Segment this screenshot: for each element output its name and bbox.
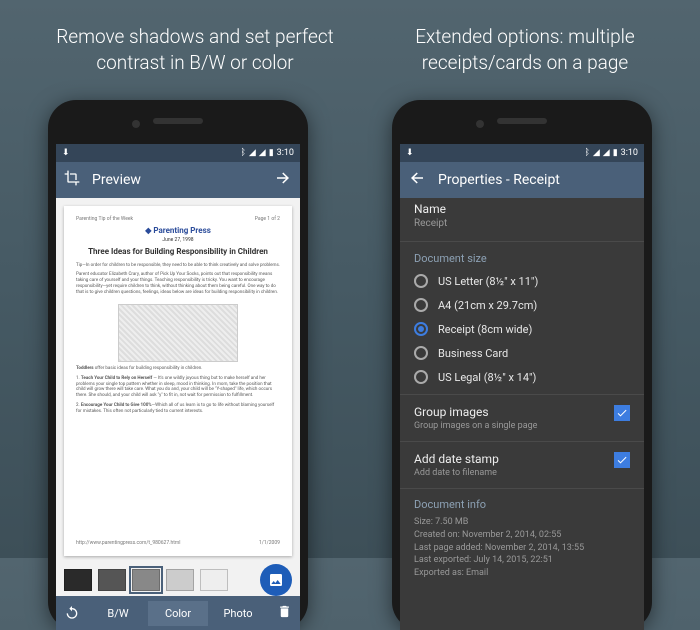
battery-icon: ▮ xyxy=(269,148,274,158)
caption-right: Extended options: multiple receipts/card… xyxy=(385,24,665,75)
radio-icon xyxy=(414,298,428,312)
doc-title: Three Ideas for Building Responsibility … xyxy=(76,247,280,257)
swatch-dark[interactable] xyxy=(64,569,92,591)
radio-label: US Letter (8½" x 11") xyxy=(438,275,538,288)
status-bar: ⬇ ᛒ ◢ ◢ ▮ 3:10 xyxy=(56,144,300,162)
radio-label: Business Card xyxy=(438,347,508,360)
docinfo-lastexp: Last exported: July 14, 2015, 22:51 xyxy=(414,554,630,567)
doc-para: 2. Encourage Your Child to Give 100%—Whi… xyxy=(76,403,280,415)
download-icon: ⬇ xyxy=(406,148,414,158)
radio-icon xyxy=(414,322,428,336)
radio-uslegal[interactable]: US Legal (8½" x 14") xyxy=(400,365,644,394)
appbar-title: Properties - Receipt xyxy=(438,172,636,188)
screen-preview: ⬇ ᛒ ◢ ◢ ▮ 3:10 Preview Parenting Tip of … xyxy=(56,144,300,630)
swatch-gray-selected[interactable] xyxy=(132,569,160,591)
forward-icon[interactable] xyxy=(274,169,292,191)
doc-date: June 27, 1998 xyxy=(76,237,280,243)
tab-color[interactable]: Color xyxy=(148,601,208,626)
radio-bizcard[interactable]: Business Card xyxy=(400,341,644,365)
radio-icon xyxy=(414,370,428,384)
radio-a4[interactable]: A4 (21cm x 29.7cm) xyxy=(400,293,644,317)
doc-footer-left: http://www.parentingpress.com/t_980627.h… xyxy=(76,540,180,546)
radio-receipt[interactable]: Receipt (8cm wide) xyxy=(400,317,644,341)
swatch-white[interactable] xyxy=(200,569,228,591)
document-preview[interactable]: Parenting Tip of the Week Page 1 of 2 ◆ … xyxy=(64,206,292,556)
screen-properties: ⬇ ᛒ ◢ ◢ ▮ 3:10 Properties - Receipt Name… xyxy=(400,144,644,630)
docsize-label: Document size xyxy=(400,242,644,269)
bluetooth-icon: ᛒ xyxy=(584,148,589,158)
back-icon[interactable] xyxy=(408,169,426,191)
swatch-gray-light[interactable] xyxy=(166,569,194,591)
radio-icon xyxy=(414,274,428,288)
doc-para: Toddlers offer basic ideas for building … xyxy=(76,366,280,372)
bluetooth-icon: ᛒ xyxy=(240,148,245,158)
doc-para: 1. Teach Your Child to Rely on Herself —… xyxy=(76,376,280,399)
doc-footer-right: 1/1/2009 xyxy=(259,540,280,546)
delete-icon[interactable] xyxy=(268,604,300,622)
doc-brand: ◆ Parenting Press xyxy=(76,226,280,235)
docinfo-expas: Exported as: Email xyxy=(414,567,630,580)
app-bar-properties: Properties - Receipt xyxy=(400,162,644,198)
phone-frame-left: ⬇ ᛒ ◢ ◢ ▮ 3:10 Preview Parenting Tip of … xyxy=(48,100,308,630)
appbar-title: Preview xyxy=(92,172,274,188)
docinfo-created: Created on: November 2, 2014, 02:55 xyxy=(414,529,630,542)
signal-icon: ◢ xyxy=(249,148,256,158)
doc-para: Tip—In order for children to be responsi… xyxy=(76,263,280,269)
clock: 3:10 xyxy=(277,148,294,158)
network-icon: ◢ xyxy=(259,148,266,158)
date-stamp-sub: Add date to filename xyxy=(414,468,614,478)
radio-label: A4 (21cm x 29.7cm) xyxy=(438,299,537,312)
radio-usletter[interactable]: US Letter (8½" x 11") xyxy=(400,269,644,293)
doc-para: Parent educator Elizabeth Crary, author … xyxy=(76,272,280,295)
signal-icon: ◢ xyxy=(593,148,600,158)
group-images-row[interactable]: Group images Group images on a single pa… xyxy=(400,394,644,441)
checkbox-checked-icon[interactable] xyxy=(614,452,630,468)
name-label: Name xyxy=(414,202,630,216)
bottom-bar: B/W Color Photo xyxy=(56,596,300,630)
docinfo-title: Document info xyxy=(414,497,630,512)
caption-left: Remove shadows and set perfect contrast … xyxy=(55,24,335,75)
color-swatches xyxy=(56,564,300,596)
docinfo-lastpage: Last page added: November 2, 2014, 13:55 xyxy=(414,542,630,555)
rotate-icon[interactable] xyxy=(56,604,88,623)
battery-icon: ▮ xyxy=(613,148,618,158)
group-images-label: Group images xyxy=(414,405,614,419)
radio-label: US Legal (8½" x 14") xyxy=(438,371,536,384)
network-icon: ◢ xyxy=(603,148,610,158)
radio-label: Receipt (8cm wide) xyxy=(438,323,532,336)
crop-icon[interactable] xyxy=(64,170,80,190)
checkbox-checked-icon[interactable] xyxy=(614,405,630,421)
status-bar: ⬇ ᛒ ◢ ◢ ▮ 3:10 xyxy=(400,144,644,162)
date-stamp-label: Add date stamp xyxy=(414,452,614,466)
doc-header-right: Page 1 of 2 xyxy=(255,216,280,222)
download-icon: ⬇ xyxy=(62,148,70,158)
document-info: Document info Size: 7.50 MB Created on: … xyxy=(400,488,644,579)
date-stamp-row[interactable]: Add date stamp Add date to filename xyxy=(400,441,644,488)
name-field[interactable]: Name Receipt xyxy=(400,198,644,242)
doc-header-left: Parenting Tip of the Week xyxy=(76,216,133,222)
name-value: Receipt xyxy=(414,218,630,229)
swatch-gray-dark[interactable] xyxy=(98,569,126,591)
phone-frame-right: ⬇ ᛒ ◢ ◢ ▮ 3:10 Properties - Receipt Name… xyxy=(392,100,652,630)
tab-photo[interactable]: Photo xyxy=(208,601,268,626)
image-fab[interactable] xyxy=(260,564,292,596)
app-bar-preview: Preview xyxy=(56,162,300,198)
radio-icon xyxy=(414,346,428,360)
tab-bw[interactable]: B/W xyxy=(88,601,148,626)
group-images-sub: Group images on a single page xyxy=(414,421,614,431)
docinfo-size: Size: 7.50 MB xyxy=(414,516,630,529)
clock: 3:10 xyxy=(621,148,638,158)
doc-illustration xyxy=(118,304,238,362)
